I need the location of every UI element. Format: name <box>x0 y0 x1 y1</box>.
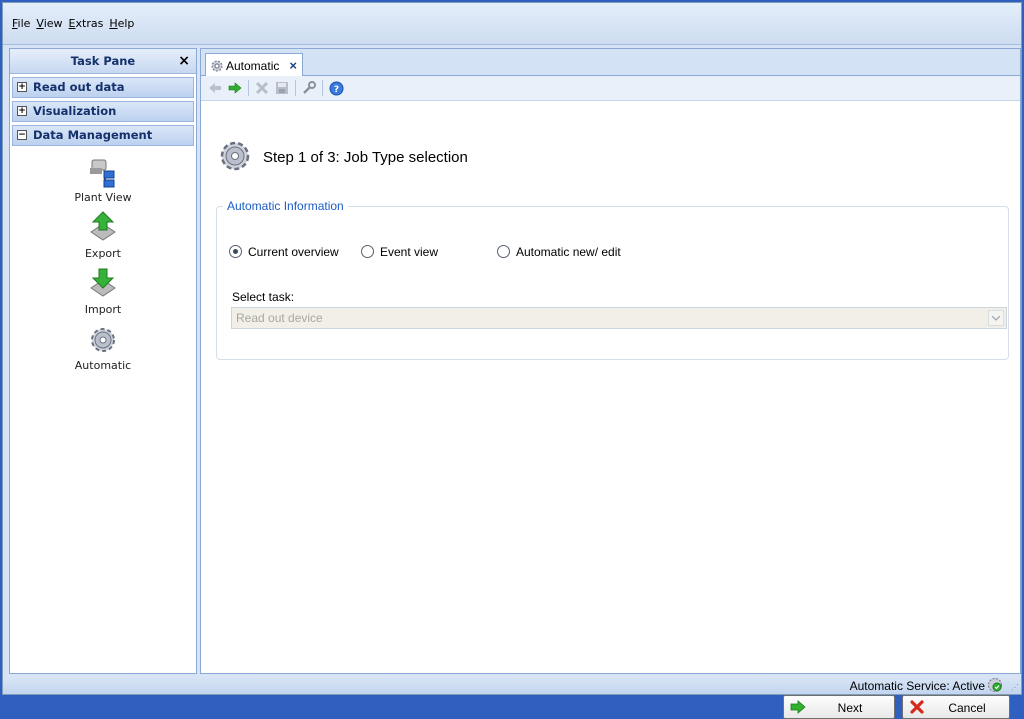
help-button[interactable]: ? <box>326 79 346 97</box>
forward-button[interactable] <box>225 79 245 97</box>
tool-export[interactable]: Export <box>53 210 153 260</box>
status-bar: Automatic Service: Active ⋰ <box>3 677 1021 694</box>
tab-close-icon[interactable]: × <box>289 58 297 73</box>
menu-extras[interactable]: Extras <box>66 17 107 30</box>
menu-bar: File View Extras Help <box>3 3 1021 45</box>
group-data-management[interactable]: − Data Management <box>12 125 194 146</box>
radio-label: Automatic new/ edit <box>516 245 621 259</box>
app-window: File View Extras Help Task Pane × + Read out… <box>2 2 1022 719</box>
group-legend: Automatic Information <box>223 199 348 213</box>
task-pane: Task Pane × + Read out data + Visualizatio… <box>9 48 197 674</box>
radio-label: Event view <box>380 245 439 259</box>
back-arrow-icon <box>209 83 221 93</box>
data-management-tools: Plant View Export Import Automatic <box>10 154 196 372</box>
radio-button-checked <box>229 245 242 259</box>
toolbar-separator <box>322 80 323 96</box>
wizard-content: Step 1 of 3: Job Type selection Automati… <box>201 101 1020 719</box>
menu-view-accel: V <box>36 17 44 30</box>
step-title: Step 1 of 3: Job Type selection <box>263 149 468 166</box>
gear-icon <box>220 141 250 171</box>
radio-button <box>361 245 374 259</box>
menu-view-label: iew <box>43 17 63 30</box>
task-pane-header: Task Pane × <box>10 49 196 74</box>
cancel-button-label: Cancel <box>948 701 986 715</box>
settings-button[interactable] <box>299 79 319 97</box>
collapse-icon: − <box>17 129 27 140</box>
select-task-dropdown[interactable]: Read out device <box>231 307 1007 329</box>
cancel-icon <box>910 700 924 714</box>
tool-automatic[interactable]: Automatic <box>53 322 153 372</box>
group-label: Data Management <box>33 128 153 142</box>
radio-label: Current overview <box>248 245 339 259</box>
group-label: Read out data <box>33 80 125 94</box>
group-visualization[interactable]: + Visualization <box>12 101 194 122</box>
task-pane-close-icon[interactable]: × <box>178 49 190 73</box>
radio-button <box>497 245 510 259</box>
delete-icon <box>255 81 269 95</box>
tool-label: Export <box>84 247 121 260</box>
menu-extras-label: xtras <box>75 17 104 30</box>
gear-icon <box>91 328 115 352</box>
next-button[interactable]: Next <box>783 695 895 719</box>
menu-file[interactable]: File <box>9 17 33 30</box>
expand-icon: + <box>17 81 27 92</box>
radio-event-view[interactable]: Event view <box>361 245 438 259</box>
tab-strip: Automatic × <box>201 49 1020 76</box>
cancel-button[interactable]: Cancel <box>902 695 1010 719</box>
forward-arrow-icon <box>790 700 806 714</box>
import-icon <box>90 268 116 297</box>
next-button-label: Next <box>837 701 863 715</box>
tab-automatic[interactable]: Automatic × <box>205 53 303 76</box>
radio-current-overview[interactable]: Current overview <box>229 245 339 259</box>
select-task-label: Select task: <box>232 290 295 304</box>
menu-extras-accel: E <box>68 17 76 30</box>
group-read-out-data[interactable]: + Read out data <box>12 77 194 98</box>
forward-arrow-icon <box>228 82 242 94</box>
radio-automatic-new-edit[interactable]: Automatic new/ edit <box>497 245 621 259</box>
menu-view[interactable]: View <box>33 17 65 30</box>
main-area: Automatic × ? Step 1 of 3: Job Type sele… <box>200 48 1021 719</box>
expand-icon: + <box>17 105 27 116</box>
toolbar-separator <box>295 80 296 96</box>
chevron-down-icon[interactable] <box>988 310 1004 326</box>
tool-label: Plant View <box>74 191 132 204</box>
save-icon <box>276 82 288 94</box>
menu-file-label: ile <box>17 17 31 30</box>
menu-help-accel: H <box>109 17 118 30</box>
menu-help[interactable]: Help <box>106 17 137 30</box>
task-pane-title: Task Pane <box>70 54 136 68</box>
tool-label: Automatic <box>74 359 132 372</box>
help-icon: ? <box>329 81 343 95</box>
status-text: Automatic Service: Active <box>849 679 985 693</box>
gear-icon <box>211 60 223 72</box>
toolbar: ? <box>201 76 1020 101</box>
export-icon <box>90 211 116 241</box>
select-task-value: Read out device <box>236 311 323 325</box>
menu-help-label: elp <box>117 17 135 30</box>
wrench-icon <box>303 81 316 94</box>
tool-plant-view[interactable]: Plant View <box>53 154 153 204</box>
toolbar-separator <box>248 80 249 96</box>
save-button[interactable] <box>272 79 292 97</box>
tool-label: Import <box>84 303 122 316</box>
automatic-information-group: Automatic Information Current overview E… <box>216 199 1009 360</box>
tool-import[interactable]: Import <box>53 266 153 316</box>
svg-text:?: ? <box>333 85 338 95</box>
group-label: Visualization <box>33 104 117 118</box>
resize-grip-icon[interactable]: ⋰ <box>1011 683 1019 692</box>
back-button[interactable] <box>205 79 225 97</box>
service-active-icon <box>988 678 1002 692</box>
tab-label: Automatic <box>226 58 280 73</box>
plant-view-icon <box>90 159 115 188</box>
delete-button[interactable] <box>252 79 272 97</box>
